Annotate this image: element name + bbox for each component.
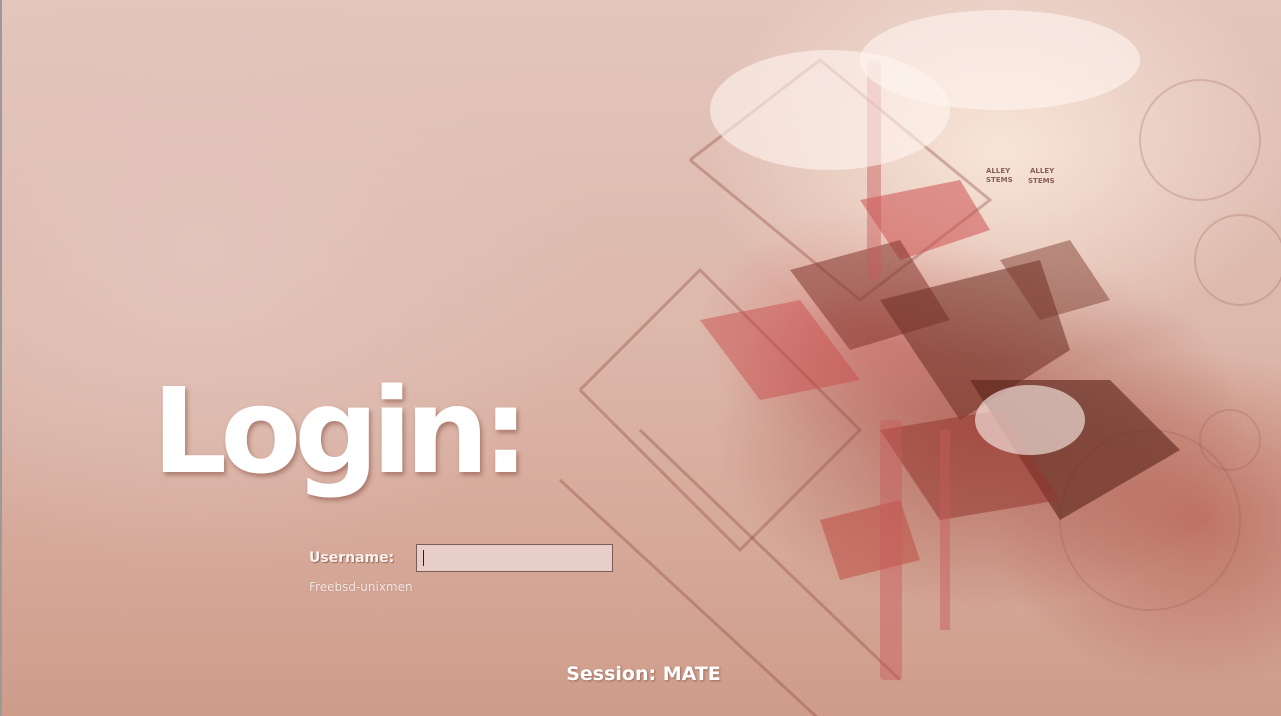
session-selector[interactable]: Session: MATE <box>0 663 1281 685</box>
username-input[interactable] <box>416 544 613 572</box>
login-screen: ALLEY ALLEY STEMS STEMS Login: Username:… <box>0 0 1281 716</box>
username-label: Username: <box>309 550 395 566</box>
wallpaper-artwork: ALLEY ALLEY STEMS STEMS <box>558 10 1281 716</box>
svg-text:ALLEY: ALLEY <box>1030 167 1055 175</box>
svg-text:STEMS: STEMS <box>986 176 1013 184</box>
hostname-label: Freebsd-unixmen <box>309 580 413 594</box>
text-cursor <box>423 550 424 566</box>
login-title: Login: <box>152 362 529 500</box>
svg-text:STEMS: STEMS <box>1028 177 1055 185</box>
svg-text:ALLEY: ALLEY <box>986 167 1011 175</box>
